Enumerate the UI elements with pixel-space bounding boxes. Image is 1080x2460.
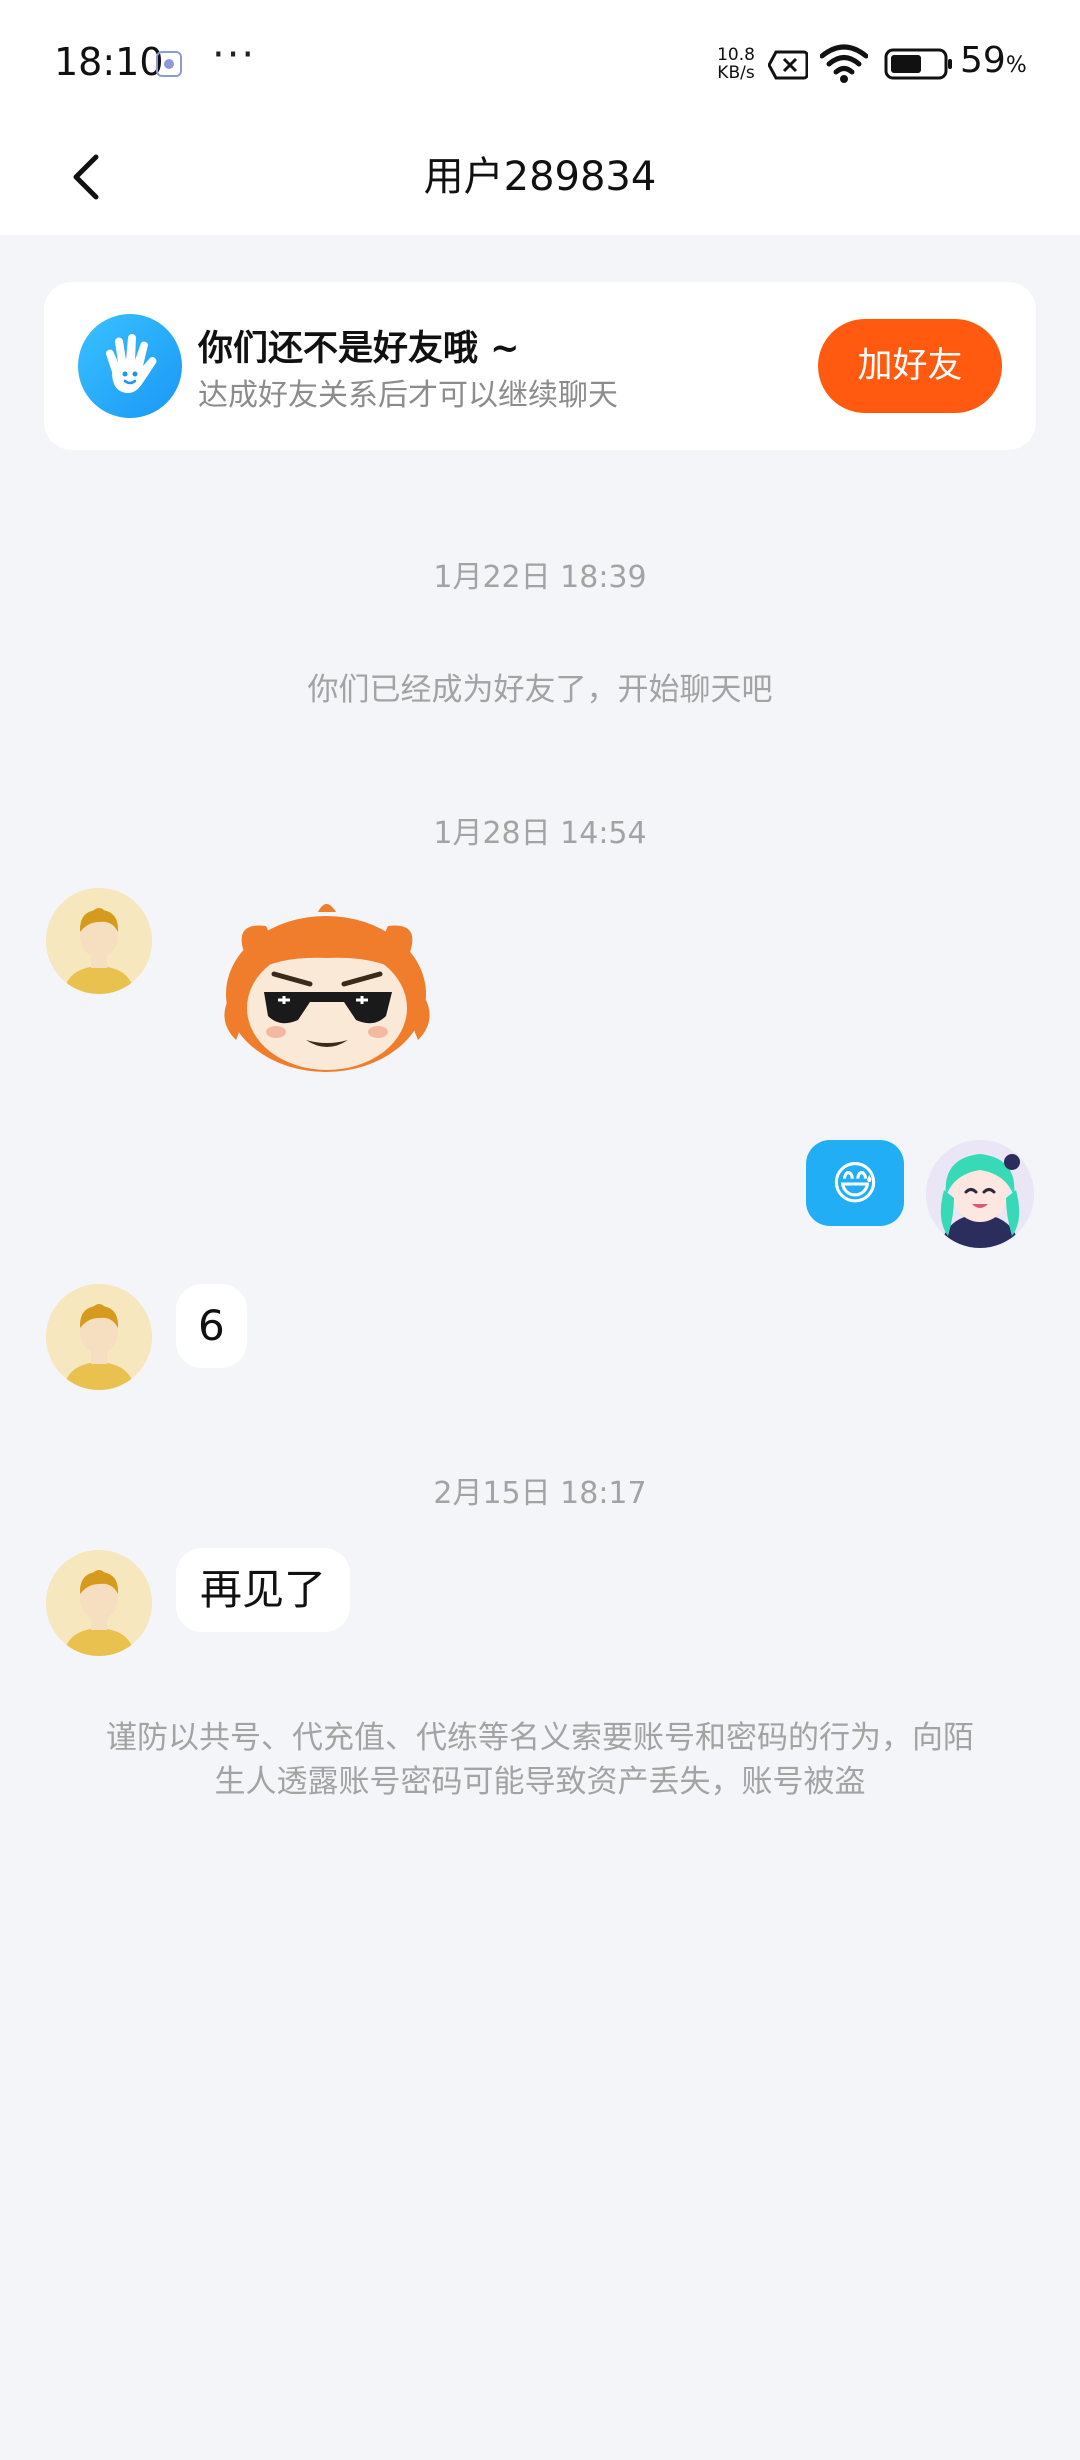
- no-data-icon: [768, 50, 808, 80]
- sticker-image[interactable]: [214, 892, 440, 1078]
- banner-subtitle: 达成好友关系后才可以继续聊天: [198, 378, 618, 413]
- incoming-message-bubble[interactable]: 6: [176, 1284, 247, 1368]
- timestamp: 2月15日 18:17: [433, 1476, 647, 1511]
- network-speed-unit: KB/s: [717, 63, 755, 83]
- self-avatar[interactable]: [926, 1140, 1034, 1248]
- system-message: 你们已经成为好友了，开始聊天吧: [307, 672, 773, 708]
- wave-hand-icon: [78, 314, 182, 418]
- timestamp: 1月28日 14:54: [433, 816, 647, 851]
- safety-warning: 谨防以共号、代充值、代练等名义索要账号和密码的行为，向陌 生人透露账号密码可能导…: [70, 1716, 1010, 1804]
- add-friend-button[interactable]: 加好友: [818, 319, 1002, 413]
- contact-avatar[interactable]: [46, 1550, 152, 1656]
- timestamp: 1月22日 18:39: [433, 560, 647, 595]
- banner-title: 你们还不是好友哦 ~: [198, 329, 520, 369]
- network-speed: 10.8 KB/s: [712, 46, 760, 82]
- incoming-message-bubble[interactable]: 再见了: [176, 1548, 351, 1632]
- chat-title: 用户289834: [423, 154, 657, 200]
- outgoing-message-bubble[interactable]: 😅: [806, 1140, 904, 1226]
- status-bar: 18:10 ··· 10.8 KB/s 59%: [0, 0, 1080, 125]
- more-notifications-icon: ···: [212, 32, 257, 78]
- battery-percent: 59%: [960, 40, 1027, 81]
- contact-avatar[interactable]: [46, 1284, 152, 1390]
- app-notification-icon: [156, 51, 182, 77]
- network-speed-value: 10.8: [717, 45, 755, 65]
- wifi-icon: [820, 44, 868, 83]
- status-time: 18:10: [54, 40, 164, 84]
- battery-icon: [884, 48, 952, 80]
- warning-line: 生人透露账号密码可能导致资产丢失，账号被盗: [214, 1764, 866, 1800]
- contact-avatar[interactable]: [46, 888, 152, 994]
- not-friends-banner: 你们还不是好友哦 ~ 达成好友关系后才可以继续聊天 加好友: [44, 282, 1036, 450]
- chat-header: 用户289834: [0, 125, 1080, 235]
- warning-line: 谨防以共号、代充值、代练等名义索要账号和密码的行为，向陌: [106, 1720, 974, 1756]
